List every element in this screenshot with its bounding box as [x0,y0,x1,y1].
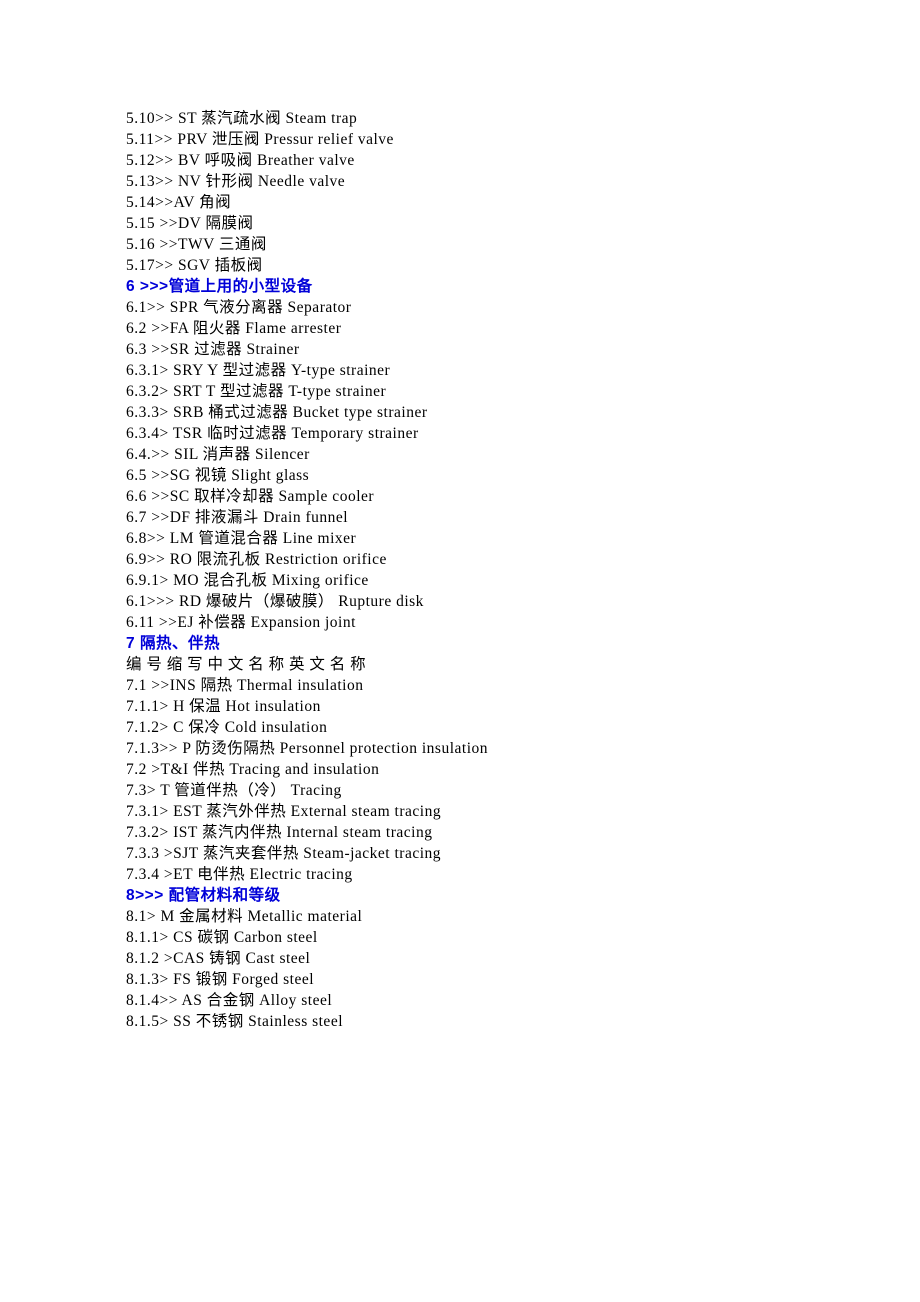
heading-number: 6 >>> [126,278,169,295]
entry-line: 6.9.1> MO 混合孔板 Mixing orifice [126,570,920,591]
entry-line: 6.3.2> SRT T 型过滤器 T-type strainer [126,381,920,402]
entry-line: 8.1.3> FS 锻钢 Forged steel [126,969,920,990]
section-heading: 8>>> 配管材料和等级 [126,885,920,906]
entry-line: 6.2 >>FA 阻火器 Flame arrester [126,318,920,339]
entry-line: 7.1.2> C 保冷 Cold insulation [126,717,920,738]
document-body: 5.10>> ST 蒸汽疏水阀 Steam trap5.11>> PRV 泄压阀… [126,108,920,1032]
entry-line: 7.3.2> IST 蒸汽内伴热 Internal steam tracing [126,822,920,843]
entry-line: 8.1.5> SS 不锈钢 Stainless steel [126,1011,920,1032]
heading-number: 8>>> [126,887,169,904]
section-heading: 7 隔热、伴热 [126,633,920,654]
entry-line: 5.17>> SGV 插板阀 [126,255,920,276]
entry-line: 6.4.>> SIL 消声器 Silencer [126,444,920,465]
entry-line: 8.1.1> CS 碳钢 Carbon steel [126,927,920,948]
entry-line: 7.1 >>INS 隔热 Thermal insulation [126,675,920,696]
entry-line: 5.15 >>DV 隔膜阀 [126,213,920,234]
entry-line: 6.3.3> SRB 桶式过滤器 Bucket type strainer [126,402,920,423]
entry-line: 7.3.1> EST 蒸汽外伴热 External steam tracing [126,801,920,822]
heading-number: 7 [126,635,140,652]
entry-line: 8.1> M 金属材料 Metallic material [126,906,920,927]
entry-line: 8.1.4>> AS 合金钢 Alloy steel [126,990,920,1011]
entry-line: 5.10>> ST 蒸汽疏水阀 Steam trap [126,108,920,129]
entry-line: 7.1.3>> P 防烫伤隔热 Personnel protection ins… [126,738,920,759]
entry-line: 6.1>>> RD 爆破片（爆破膜） Rupture disk [126,591,920,612]
entry-line: 6.3.1> SRY Y 型过滤器 Y-type strainer [126,360,920,381]
entry-line: 7.2 >T&I 伴热 Tracing and insulation [126,759,920,780]
entry-line: 6.3.4> TSR 临时过滤器 Temporary strainer [126,423,920,444]
entry-line: 5.11>> PRV 泄压阀 Pressur relief valve [126,129,920,150]
entry-line: 5.12>> BV 呼吸阀 Breather valve [126,150,920,171]
heading-text: 配管材料和等级 [169,887,281,904]
entry-line: 6.6 >>SC 取样冷却器 Sample cooler [126,486,920,507]
entry-line: 7.1.1> H 保温 Hot insulation [126,696,920,717]
entry-line: 6.9>> RO 限流孔板 Restriction orifice [126,549,920,570]
entry-line: 6.5 >>SG 视镜 Slight glass [126,465,920,486]
entry-line: 6.8>> LM 管道混合器 Line mixer [126,528,920,549]
entry-line: 6.7 >>DF 排液漏斗 Drain funnel [126,507,920,528]
entry-line: 5.14>>AV 角阀 [126,192,920,213]
entry-line: 7.3.4 >ET 电伴热 Electric tracing [126,864,920,885]
entry-line: 6.11 >>EJ 补偿器 Expansion joint [126,612,920,633]
entry-line: 6.1>> SPR 气液分离器 Separator [126,297,920,318]
entry-line: 6.3 >>SR 过滤器 Strainer [126,339,920,360]
section-heading: 6 >>>管道上用的小型设备 [126,276,920,297]
heading-text: 隔热、伴热 [140,635,220,652]
entry-line: 7.3> T 管道伴热（冷） Tracing [126,780,920,801]
entry-line: 5.16 >>TWV 三通阀 [126,234,920,255]
heading-text: 管道上用的小型设备 [169,278,313,295]
entry-line: 7.3.3 >SJT 蒸汽夹套伴热 Steam-jacket tracing [126,843,920,864]
entry-line: 8.1.2 >CAS 铸钢 Cast steel [126,948,920,969]
entry-line: 5.13>> NV 针形阀 Needle valve [126,171,920,192]
entry-line: 编 号 缩 写 中 文 名 称 英 文 名 称 [126,654,920,675]
